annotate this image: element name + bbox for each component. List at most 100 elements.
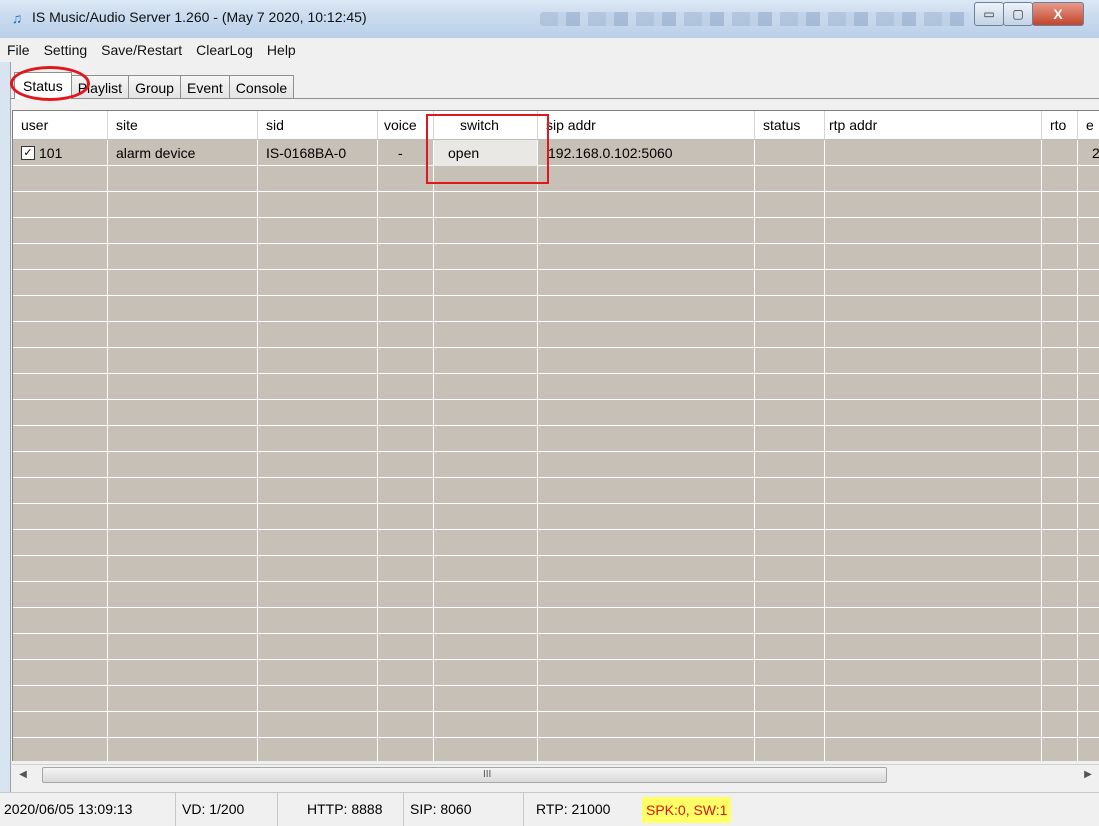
cell-user [13, 686, 108, 712]
cell-sip-addr [538, 322, 755, 348]
cell-e [1078, 400, 1099, 426]
cell-user [13, 478, 108, 504]
maximize-button[interactable]: ▢ [1003, 2, 1033, 26]
cell-e [1078, 478, 1099, 504]
cell-user [13, 738, 108, 761]
scroll-thumb[interactable]: III [42, 767, 887, 783]
table-row[interactable] [13, 322, 1099, 348]
cell-rtp-addr [825, 426, 1042, 452]
table-row[interactable] [13, 374, 1099, 400]
cell-site [108, 556, 258, 582]
table-row[interactable] [13, 400, 1099, 426]
table-row[interactable] [13, 452, 1099, 478]
scroll-left-icon[interactable]: ◀ [14, 767, 32, 783]
cell-user [13, 348, 108, 374]
status-http: HTTP: 8888 [278, 793, 404, 826]
table-row[interactable] [13, 556, 1099, 582]
table-row[interactable] [13, 348, 1099, 374]
cell-voice [378, 660, 434, 686]
cell-voice [378, 244, 434, 270]
cell-sip-addr [538, 556, 755, 582]
cell-status [755, 530, 825, 556]
table-row[interactable] [13, 478, 1099, 504]
cell-sid [258, 556, 378, 582]
row-checkbox[interactable]: ✓ [21, 146, 35, 161]
table-row[interactable] [13, 218, 1099, 244]
column-header-rto[interactable]: rto [1042, 111, 1078, 139]
cell-switch [434, 244, 538, 270]
table-row[interactable] [13, 634, 1099, 660]
cell-sip-addr [538, 504, 755, 530]
table-row[interactable] [13, 608, 1099, 634]
cell-rtp-addr [825, 452, 1042, 478]
cell-e [1078, 504, 1099, 530]
cell-user [13, 582, 108, 608]
scroll-right-icon[interactable]: ▶ [1079, 767, 1097, 783]
table-row[interactable] [13, 660, 1099, 686]
cell-status [755, 452, 825, 478]
table-row[interactable] [13, 192, 1099, 218]
cell-user [13, 244, 108, 270]
column-header-rtp-addr[interactable]: rtp addr [825, 111, 1042, 139]
cell-site [108, 608, 258, 634]
menu-save-restart[interactable]: Save/Restart [94, 42, 189, 58]
table-row[interactable] [13, 712, 1099, 738]
cell-status [755, 192, 825, 218]
title-bar[interactable]: ♫ IS Music/Audio Server 1.260 - (May 7 2… [0, 0, 1099, 38]
cell-sip-addr [538, 634, 755, 660]
column-header-e[interactable]: e [1078, 111, 1099, 139]
table-row[interactable] [13, 530, 1099, 556]
cell-site [108, 426, 258, 452]
menu-file[interactable]: File [0, 42, 37, 58]
status-table[interactable]: user site sid voice switch sip addr stat… [12, 110, 1099, 761]
cell-sip-addr [538, 400, 755, 426]
tab-event[interactable]: Event [179, 75, 230, 99]
cell-switch [434, 192, 538, 218]
column-header-user[interactable]: user [13, 111, 108, 139]
horizontal-scrollbar[interactable]: ◀ III ▶ [12, 764, 1099, 785]
table-row[interactable] [13, 270, 1099, 296]
cell-status [755, 478, 825, 504]
tab-console[interactable]: Console [228, 75, 295, 99]
cell-sip-addr [538, 244, 755, 270]
column-header-sid[interactable]: sid [258, 111, 378, 139]
menu-clearlog[interactable]: ClearLog [189, 42, 260, 58]
tab-group[interactable]: Group [128, 75, 181, 99]
table-row[interactable]: ✓ 101 alarm device IS-0168BA-0- open 192.168.… [13, 140, 1099, 166]
cell-sid [258, 348, 378, 374]
cell-e [1078, 582, 1099, 608]
table-row[interactable] [13, 686, 1099, 712]
menu-help[interactable]: Help [260, 42, 303, 58]
cell-rto [1042, 634, 1078, 660]
cell-sip-addr [538, 582, 755, 608]
cell-sid [258, 426, 378, 452]
cell-sid: IS-0168BA-0 [258, 140, 378, 166]
cell-rto [1042, 608, 1078, 634]
cell-sid [258, 504, 378, 530]
cell-voice [378, 582, 434, 608]
column-header-status[interactable]: status [755, 111, 825, 139]
cell-voice [378, 634, 434, 660]
cell-voice [378, 374, 434, 400]
cell-switch [434, 634, 538, 660]
table-row[interactable] [13, 296, 1099, 322]
cell-e [1078, 556, 1099, 582]
cell-switch [434, 218, 538, 244]
cell-status [755, 738, 825, 761]
column-header-site[interactable]: site [108, 111, 258, 139]
menu-setting[interactable]: Setting [37, 42, 95, 58]
column-header-sip-addr[interactable]: sip addr [538, 111, 755, 139]
table-row[interactable] [13, 426, 1099, 452]
close-button[interactable]: X [1032, 2, 1084, 26]
table-row[interactable] [13, 244, 1099, 270]
minimize-button[interactable]: ▭ [974, 2, 1004, 26]
cell-e: 2 [1078, 140, 1099, 166]
status-bar: 2020/06/05 13:09:13 VD: 1/200 HTTP: 8888… [0, 792, 1099, 826]
table-row[interactable] [13, 166, 1099, 192]
cell-site [108, 322, 258, 348]
table-row[interactable] [13, 504, 1099, 530]
table-row[interactable] [13, 738, 1099, 761]
cell-voice [378, 270, 434, 296]
cell-switch [434, 296, 538, 322]
table-row[interactable] [13, 582, 1099, 608]
